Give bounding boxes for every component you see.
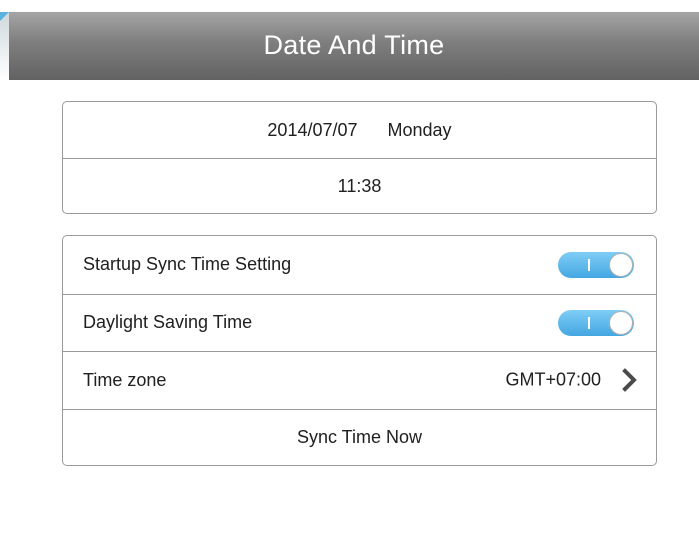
startup-sync-row: Startup Sync Time Setting — [63, 236, 656, 294]
date-time-group: 2014/07/07 Monday 11:38 — [62, 101, 657, 214]
title-bar: Date And Time — [9, 12, 699, 80]
corner-accent — [0, 12, 9, 80]
startup-sync-label: Startup Sync Time Setting — [83, 254, 292, 275]
sync-time-now-label: Sync Time Now — [296, 427, 423, 448]
date-value: 2014/07/07 — [267, 119, 358, 140]
daylight-saving-toggle[interactable] — [558, 309, 634, 336]
toggle-knob — [609, 310, 633, 335]
time-value: 11:38 — [337, 176, 382, 196]
time-zone-label: Time zone — [83, 369, 167, 390]
toggle-on-mark — [588, 258, 590, 271]
sync-time-now-button[interactable]: Sync Time Now — [63, 408, 656, 466]
weekday-value: Monday — [387, 119, 452, 140]
daylight-saving-row: Daylight Saving Time — [63, 293, 656, 352]
daylight-saving-label: Daylight Saving Time — [83, 312, 253, 333]
page-title: Date And Time — [263, 29, 445, 60]
date-time-screen: Date And Time 2014/07/07 Monday 11:38 St… — [0, 0, 699, 560]
time-zone-value: GMT+07:00 — [505, 369, 601, 390]
chevron-right-icon — [622, 368, 637, 393]
time-zone-row[interactable]: Time zone GMT+07:00 — [63, 351, 656, 409]
toggle-knob — [609, 252, 633, 277]
toggle-on-mark — [588, 316, 590, 329]
settings-group: Startup Sync Time Setting Daylight Savin… — [62, 235, 657, 466]
startup-sync-toggle[interactable] — [558, 251, 634, 278]
date-row[interactable]: 2014/07/07 Monday — [63, 102, 656, 158]
top-strip — [0, 0, 699, 12]
time-row[interactable]: 11:38 — [63, 158, 656, 213]
